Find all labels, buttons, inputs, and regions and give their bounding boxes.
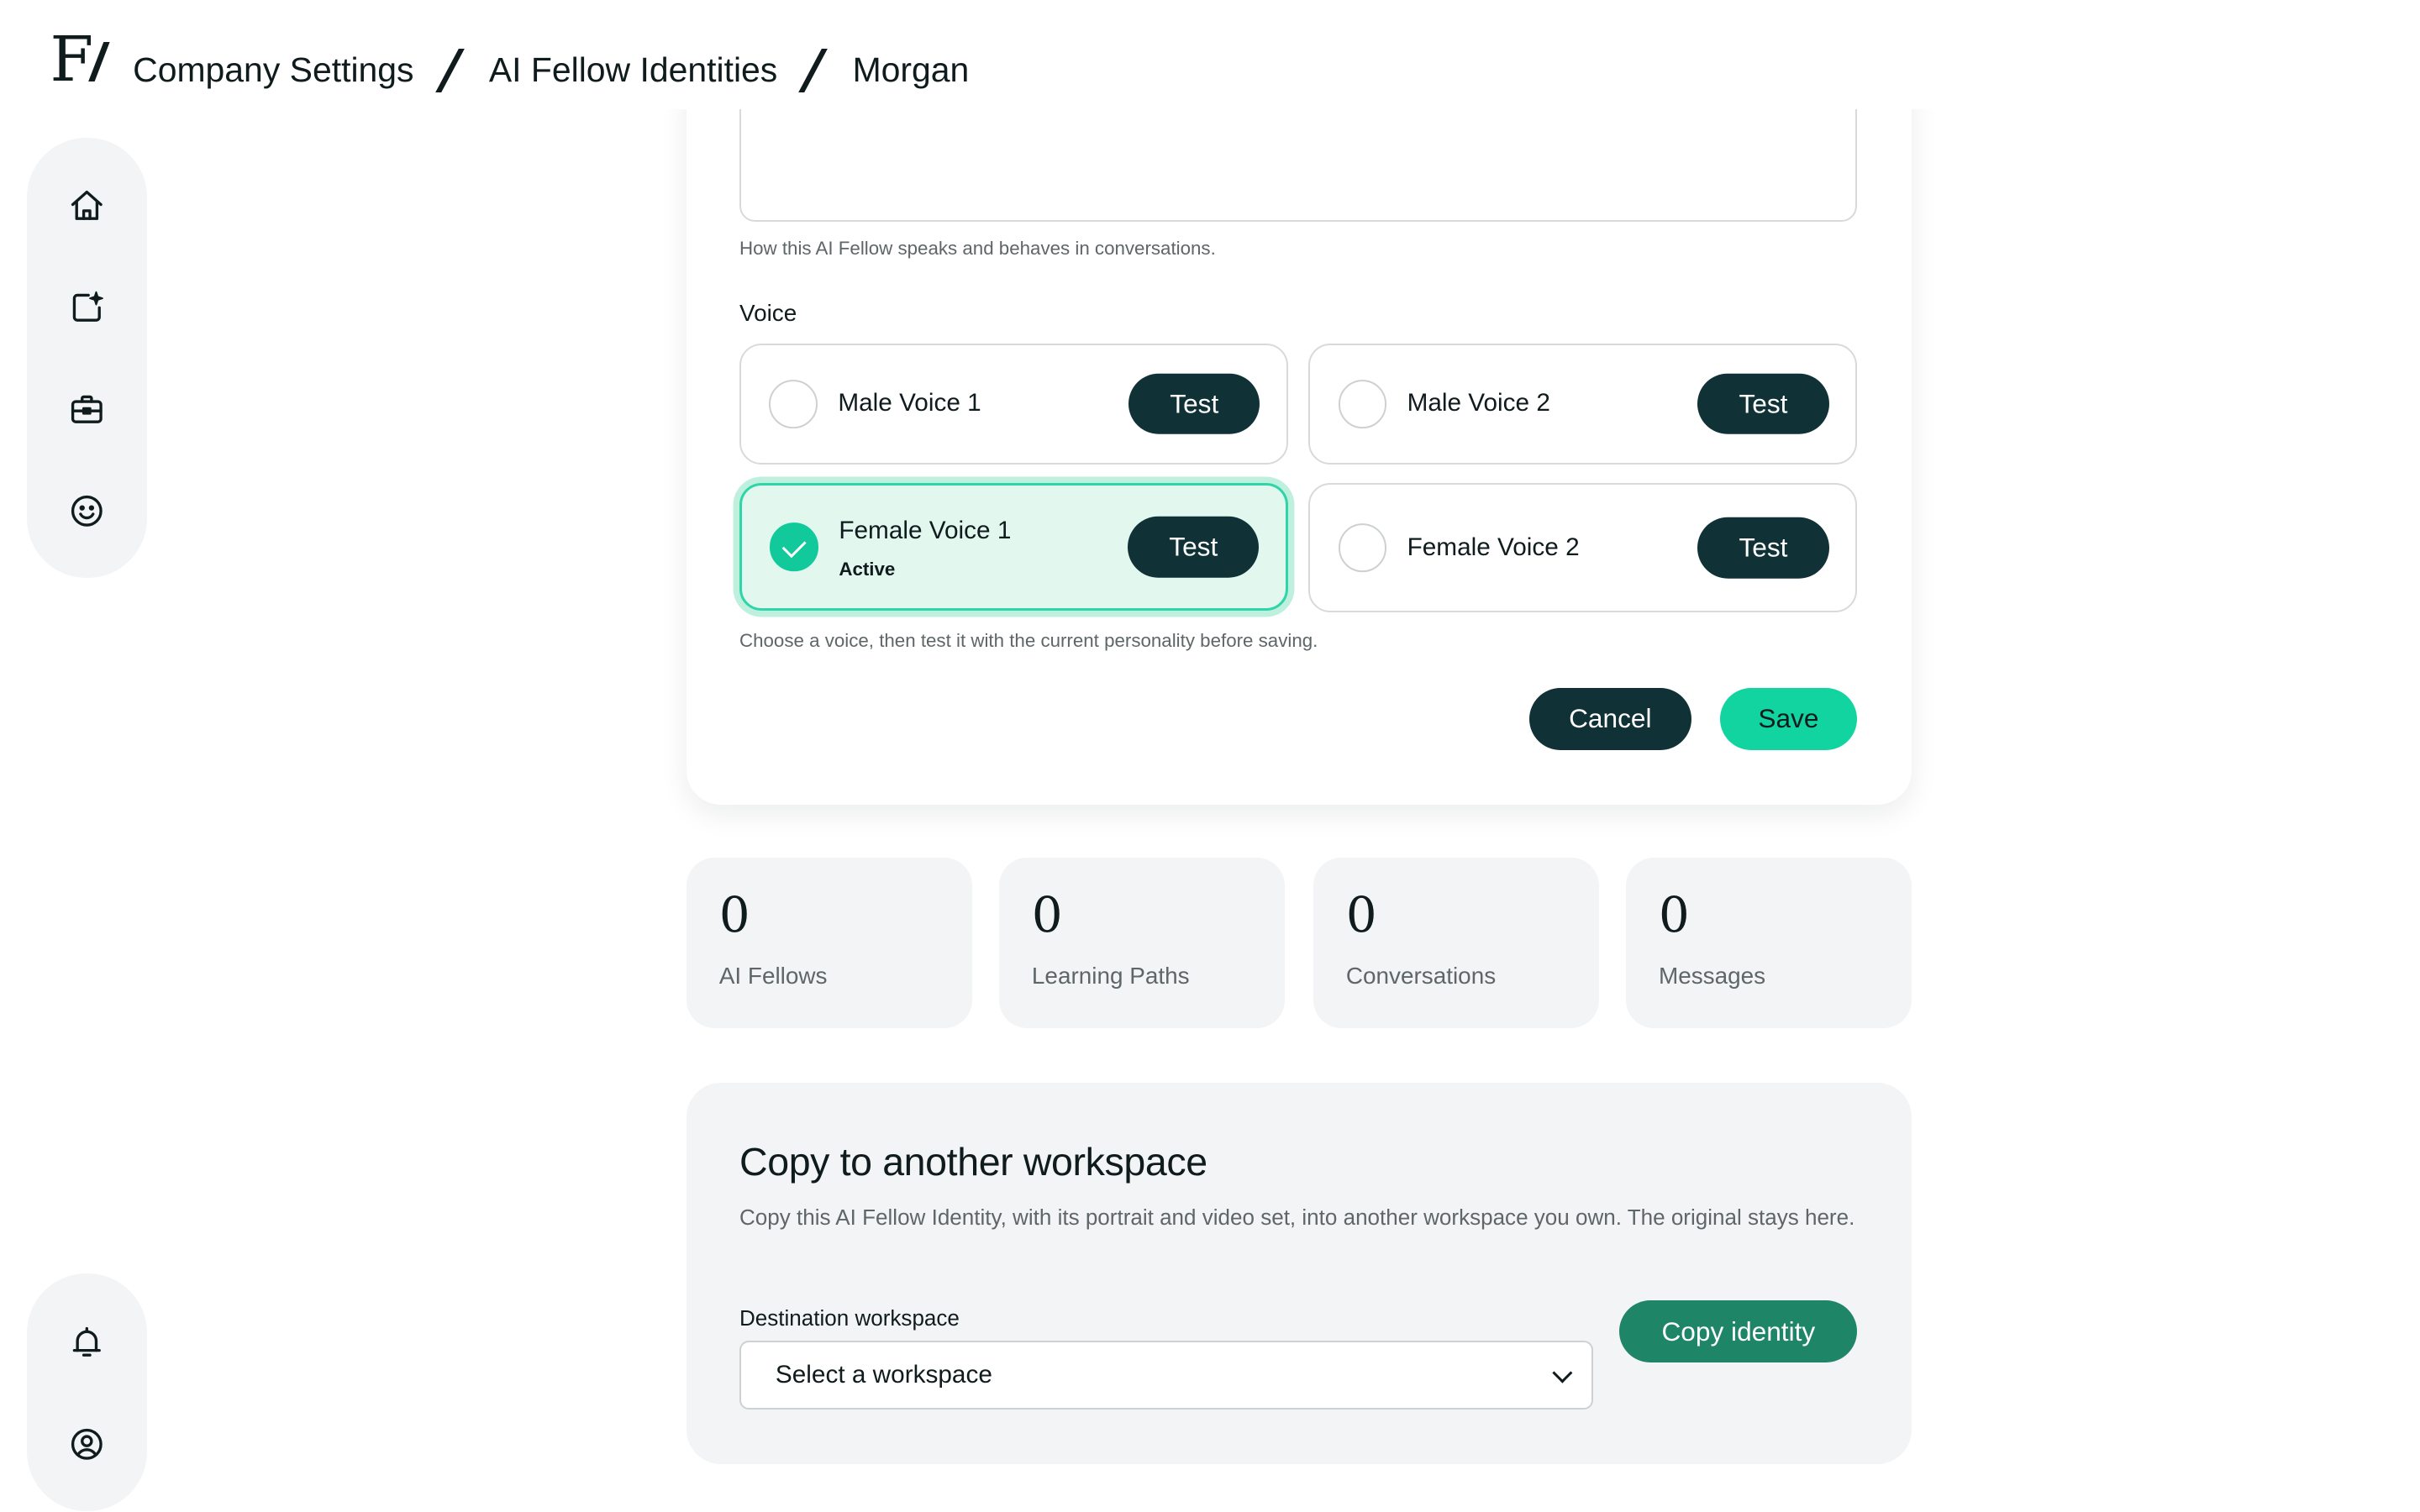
sidebar-item-create[interactable]	[50, 270, 124, 345]
copy-identity-button[interactable]: Copy identity	[1619, 1299, 1858, 1363]
stat-card-messages: 0 Messages	[1625, 858, 1912, 1029]
destination-workspace-label: Destination workspace	[739, 1305, 960, 1331]
smiley-icon	[71, 495, 103, 527]
select-value: Select a workspace	[775, 1361, 992, 1389]
voice-name: Female Voice 1	[839, 517, 1012, 545]
identity-edit-card: How this AI Fellow speaks and behaves in…	[686, 62, 1912, 806]
voice-radio[interactable]	[1338, 380, 1387, 428]
save-button[interactable]: Save	[1719, 687, 1858, 750]
voice-option-female-2[interactable]: Female Voice 2 Test	[1308, 482, 1858, 613]
copy-panel-description: Copy this AI Fellow Identity, with its p…	[739, 1204, 1855, 1230]
breadcrumb: Company Settings AI Fellow Identities Mo…	[133, 47, 969, 94]
voice-label: Voice	[739, 300, 797, 327]
breadcrumb-ai-fellow-identities[interactable]: AI Fellow Identities	[489, 50, 777, 90]
stat-value: 0	[718, 885, 750, 943]
logo[interactable]: F/	[50, 25, 106, 98]
home-icon	[71, 191, 103, 221]
breadcrumb-current-morgan: Morgan	[852, 50, 970, 90]
notifications-button[interactable]	[50, 1305, 124, 1380]
test-voice-button[interactable]: Test	[1128, 373, 1260, 435]
voice-name: Male Voice 1	[838, 389, 981, 417]
voice-name: Female Voice 2	[1407, 533, 1580, 561]
copy-workspace-panel: Copy to another workspace Copy this AI F…	[686, 1083, 1912, 1465]
sidebar-item-home[interactable]	[50, 169, 124, 244]
breadcrumb-separator	[439, 50, 460, 91]
voice-radio[interactable]	[1338, 523, 1387, 572]
voice-radio[interactable]	[769, 380, 818, 428]
active-status: Active	[839, 559, 896, 580]
breadcrumb-company-settings[interactable]: Company Settings	[133, 50, 413, 90]
test-voice-button[interactable]: Test	[1697, 517, 1829, 579]
personality-help-text: How this AI Fellow speaks and behaves in…	[739, 237, 1216, 259]
top-bar: F/ Company Settings AI Fellow Identities…	[0, 0, 2420, 110]
app-window: F/ Company Settings AI Fellow Identities…	[0, 0, 2420, 1512]
stat-card-learning-paths: 0 Learning Paths	[998, 858, 1286, 1029]
sidebar-main-nav	[26, 137, 147, 579]
voice-option-male-1[interactable]: Male Voice 1 Test	[739, 344, 1289, 465]
briefcase-icon	[71, 395, 103, 423]
stat-label: Messages	[1658, 963, 1766, 990]
new-post-icon	[72, 291, 103, 323]
sidebar-item-ai-fellows[interactable]	[50, 474, 124, 549]
stat-value: 0	[1658, 885, 1690, 943]
voice-option-male-2[interactable]: Male Voice 2 Test	[1308, 344, 1858, 465]
test-voice-button[interactable]: Test	[1697, 373, 1829, 435]
user-circle-icon	[71, 1428, 103, 1460]
copy-panel-title: Copy to another workspace	[739, 1140, 1207, 1184]
breadcrumb-separator	[802, 50, 824, 91]
destination-workspace-select[interactable]: Select a workspace	[739, 1341, 1593, 1410]
stat-card-ai-fellows: 0 AI Fellows	[686, 858, 973, 1029]
stat-value: 0	[1031, 885, 1063, 943]
stat-label: AI Fellows	[718, 963, 828, 990]
stat-label: Learning Paths	[1031, 963, 1190, 990]
cancel-button[interactable]: Cancel	[1528, 687, 1692, 750]
chevron-down-icon	[1552, 1362, 1573, 1383]
voice-radio-selected[interactable]	[770, 522, 819, 571]
bell-icon	[72, 1326, 101, 1357]
sidebar-user-nav	[26, 1273, 147, 1512]
stat-value: 0	[1345, 885, 1377, 943]
sidebar-item-workspace[interactable]	[50, 372, 124, 447]
stat-card-conversations: 0 Conversations	[1313, 858, 1600, 1029]
voice-name: Male Voice 2	[1407, 389, 1550, 417]
profile-button[interactable]	[50, 1406, 124, 1481]
voice-help-text: Choose a voice, then test it with the cu…	[739, 629, 1318, 651]
test-voice-button[interactable]: Test	[1128, 516, 1260, 578]
voice-option-female-1[interactable]: Female Voice 1 Active Test	[739, 482, 1289, 612]
stat-label: Conversations	[1345, 963, 1497, 990]
